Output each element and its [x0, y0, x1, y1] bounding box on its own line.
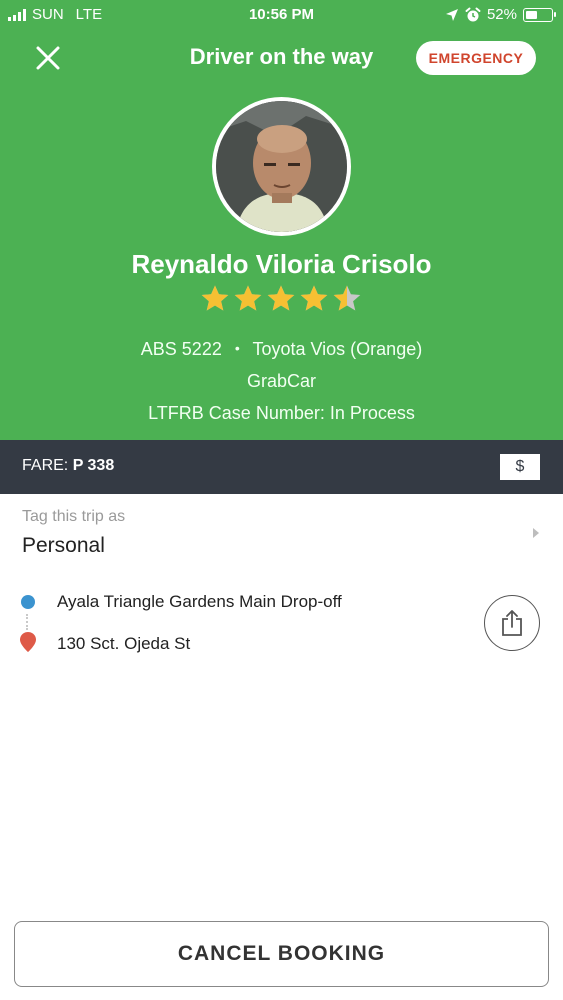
driver-header: SUN LTE 10:56 PM 52% Driver on the way E… [0, 0, 563, 440]
driver-name: Reynaldo Viloria Crisolo [131, 249, 432, 279]
star-full-icon [267, 285, 295, 311]
dropoff-address: 130 Sct. Ojeda St [57, 634, 191, 653]
route-connector [26, 614, 30, 630]
battery-fill [526, 10, 538, 19]
emergency-button[interactable]: EMERGENCY [416, 41, 536, 75]
fare-label: FARE: P 338 [22, 457, 114, 475]
battery-icon [523, 7, 556, 22]
driver-rating [200, 284, 362, 314]
route-details: Ayala Triangle Gardens Main Drop-off 130… [0, 580, 563, 670]
status-bar: SUN LTE 10:56 PM 52% [0, 0, 563, 30]
trip-tag-selector[interactable]: Tag this trip as Personal [0, 494, 563, 566]
dropoff-pin-icon [20, 632, 36, 652]
tag-caption: Tag this trip as [22, 508, 126, 525]
fare-caption: FARE: [22, 457, 69, 474]
vehicle-info: ABS 5222 • Toyota Vios (Orange) [0, 339, 563, 360]
chevron-right-icon [533, 528, 539, 538]
tag-value: Personal [22, 534, 105, 557]
pickup-dot-icon [21, 595, 35, 609]
driver-photo [216, 101, 347, 232]
driver-avatar [212, 97, 351, 236]
case-number: LTFRB Case Number: In Process [148, 403, 415, 423]
share-icon [502, 610, 522, 636]
share-trip-button[interactable] [484, 595, 540, 651]
separator-dot: • [234, 340, 240, 356]
star-full-icon [234, 285, 262, 311]
location-arrow-icon [445, 8, 458, 21]
cash-payment-button[interactable]: $ [500, 454, 540, 480]
battery-percent: 52% [486, 6, 517, 23]
star-full-icon [201, 285, 229, 311]
cash-icon: $ [515, 458, 525, 475]
cancel-booking-button[interactable]: CANCEL BOOKING [14, 921, 549, 987]
pickup-address: Ayala Triangle Gardens Main Drop-off [57, 592, 342, 611]
fare-bar: FARE: P 338 $ [0, 440, 563, 494]
plate-number: ABS 5222 [140, 339, 222, 359]
star-full-icon [300, 285, 328, 311]
status-right: 52% [445, 6, 556, 23]
top-bar: Driver on the way EMERGENCY [0, 36, 563, 80]
fare-amount: P 338 [72, 457, 115, 474]
service-type: GrabCar [246, 371, 317, 391]
star-half-icon [333, 285, 361, 311]
alarm-icon [465, 7, 481, 21]
vehicle-model: Toyota Vios (Orange) [252, 339, 423, 359]
